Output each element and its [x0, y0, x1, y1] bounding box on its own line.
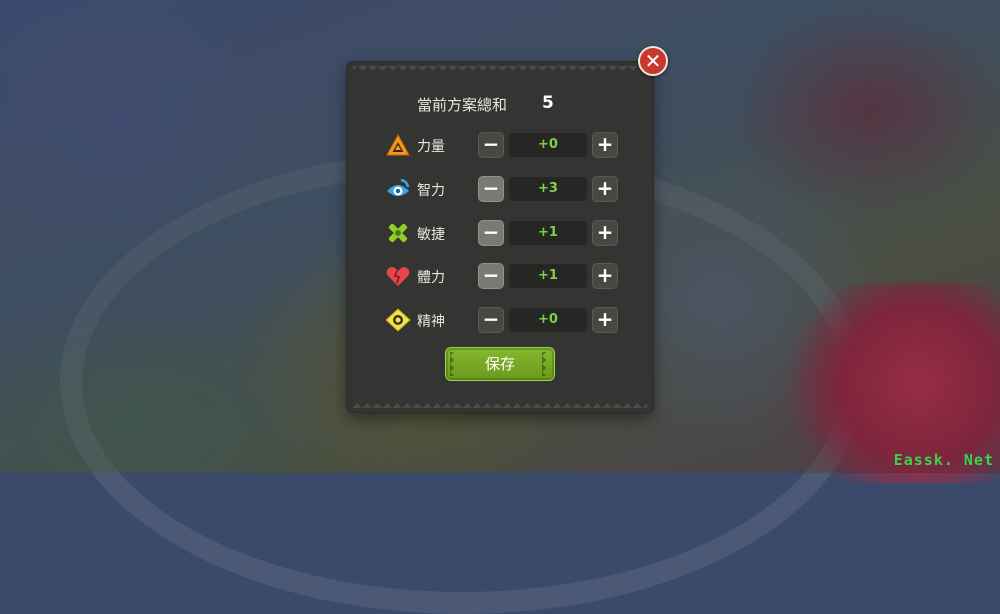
stat-label: 力量	[417, 139, 445, 155]
agility-minus-button[interactable]: −	[478, 220, 504, 246]
save-button[interactable]: 保存	[445, 347, 555, 381]
stat-label: 敏捷	[417, 227, 445, 243]
strength-triangle-icon	[386, 133, 410, 156]
intellect-minus-button[interactable]: −	[478, 176, 504, 202]
panel-top-border	[353, 66, 647, 72]
panel-bottom-border	[353, 402, 647, 408]
vitality-plus-button[interactable]: +	[592, 263, 618, 289]
agility-plus-button[interactable]: +	[592, 220, 618, 246]
save-button-decoration	[542, 352, 550, 376]
total-value: 5	[542, 93, 554, 113]
strength-minus-button[interactable]: −	[478, 132, 504, 158]
intellect-eye-icon	[387, 178, 410, 196]
stat-row-spirit: 精神 − +0 +	[385, 305, 625, 335]
stat-row-intellect: 智力 − +3 +	[385, 174, 625, 204]
stat-row-vitality: 體力 − +1 +	[385, 261, 625, 291]
total-label: 當前方案總和	[417, 96, 508, 114]
intellect-plus-button[interactable]: +	[592, 176, 618, 202]
close-button[interactable]: ✕	[638, 46, 668, 76]
stat-row-agility: 敏捷 − +1 +	[385, 218, 625, 248]
watermark: Eassk. Net	[893, 451, 994, 469]
vitality-heart-icon	[386, 267, 410, 286]
spirit-value: +0	[509, 308, 587, 332]
spirit-plus-button[interactable]: +	[592, 307, 618, 333]
stat-label: 精神	[417, 314, 445, 330]
vitality-value: +1	[509, 264, 587, 288]
intellect-value: +3	[509, 177, 587, 201]
strength-plus-button[interactable]: +	[592, 132, 618, 158]
close-icon: ✕	[644, 49, 662, 73]
agility-cross-icon	[388, 223, 408, 243]
stat-label: 體力	[417, 270, 445, 286]
vitality-minus-button[interactable]: −	[478, 263, 504, 289]
agility-value: +1	[509, 221, 587, 245]
spirit-minus-button[interactable]: −	[478, 307, 504, 333]
strength-value: +0	[509, 133, 587, 157]
spirit-diamond-icon	[385, 308, 411, 332]
stat-label: 智力	[417, 183, 445, 199]
stat-row-strength: 力量 − +0 +	[385, 130, 625, 160]
save-button-label: 保存	[484, 355, 515, 373]
save-button-decoration	[450, 352, 458, 376]
